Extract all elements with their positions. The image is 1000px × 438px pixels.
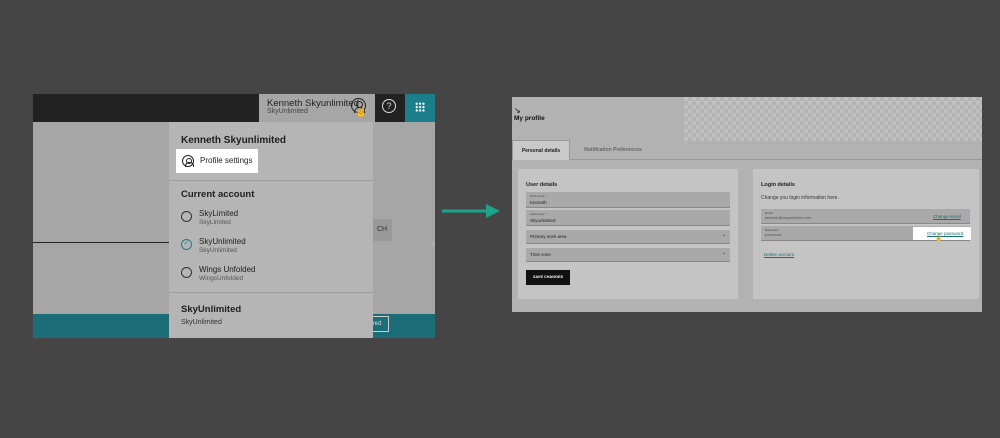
page-title: My profile [514,115,545,122]
work-area-label: Primary work area [530,234,567,239]
radio-icon[interactable] [181,211,192,222]
account-sub: WingsUnfolded [199,275,244,282]
email-value: kenneth@skyunlimited.com [765,216,812,220]
pointer-cursor-icon: ☝ [355,107,368,118]
background-search-button[interactable]: CH [372,219,392,241]
header-pattern [684,97,982,141]
login-details-title: Login details [761,182,795,188]
last-name-label: Last name * [530,211,547,216]
transition-arrow-icon [442,204,500,218]
time-zone-select[interactable]: Time zone ⌄ [526,248,730,262]
change-password-link[interactable]: Change password [927,231,963,236]
password-label: Password [765,227,779,232]
collapse-arrow-icon[interactable]: ↘ [514,106,521,115]
current-account-heading: Current account [181,189,255,200]
account-dropdown: Kenneth Skyunlimited Profile settings Cu… [169,122,373,338]
dropdown-user-name: Kenneth Skyunlimited [181,135,287,146]
save-changes-button[interactable]: SAVE CHANGES [526,270,570,285]
left-screenshot: Kenneth Skyunlimited SkyUnlimited ☝ ? CH… [33,94,435,338]
account-sub: SkyLimited [199,219,231,226]
help-icon[interactable]: ? [382,99,396,113]
last-name-field[interactable]: Last name * Skyunlimited [526,210,730,226]
account-name: SkyLimited [199,209,239,218]
org-footer-sub: SkyUnlimited [181,319,222,326]
account-sub: SkyUnlimited [199,247,237,254]
dropdown-divider [169,292,373,293]
radio-selected-icon[interactable] [181,239,192,250]
background-divider [33,242,169,243]
pointer-cursor-icon: ☝ [935,236,943,242]
user-org: SkyUnlimited [267,108,308,115]
account-option-skyunlimited[interactable]: SkyUnlimited SkyUnlimited [181,235,361,259]
time-zone-label: Time zone [530,252,551,257]
email-label: Email [765,210,773,215]
chevron-down-icon: ⌄ [721,232,726,238]
tab-notification-preferences[interactable]: Notification Preferences [574,140,652,160]
chevron-down-icon: ⌄ [721,250,726,256]
first-name-value: Kenneth [530,199,547,205]
apps-grid-icon[interactable] [415,102,425,112]
account-option-wings-unfolded[interactable]: Wings Unfolded WingsUnfolded [181,263,361,287]
primary-work-area-select[interactable]: Primary work area ⌄ [526,230,730,244]
profile-settings-button[interactable]: Profile settings [176,149,258,173]
password-value: password [765,233,782,237]
last-name-value: Skyunlimited [530,217,556,223]
org-footer-title: SkyUnlimited [181,304,242,315]
edge-caret-icon: › [432,239,435,248]
profile-settings-label: Profile settings [200,156,253,165]
change-email-link[interactable]: Change email [933,214,961,219]
right-screenshot: ↘ My profile Personal details Notificati… [512,97,982,312]
first-name-label: First name * [530,193,547,198]
account-name: Wings Unfolded [199,265,256,274]
login-description: Change you login information here. [761,195,839,201]
user-circle-icon [182,155,194,167]
user-details-card: User details First name * Kenneth Last n… [518,169,738,299]
dropdown-divider [169,180,373,181]
tab-personal-details[interactable]: Personal details [512,140,570,160]
radio-icon[interactable] [181,267,192,278]
user-details-title: User details [526,182,558,188]
account-option-skylimited[interactable]: SkyLimited SkyLimited [181,207,361,231]
login-details-card: Login details Change you login informati… [753,169,979,299]
first-name-field[interactable]: First name * Kenneth [526,192,730,208]
delete-account-link[interactable]: Delete account [764,252,794,257]
account-name: SkyUnlimited [199,237,246,246]
